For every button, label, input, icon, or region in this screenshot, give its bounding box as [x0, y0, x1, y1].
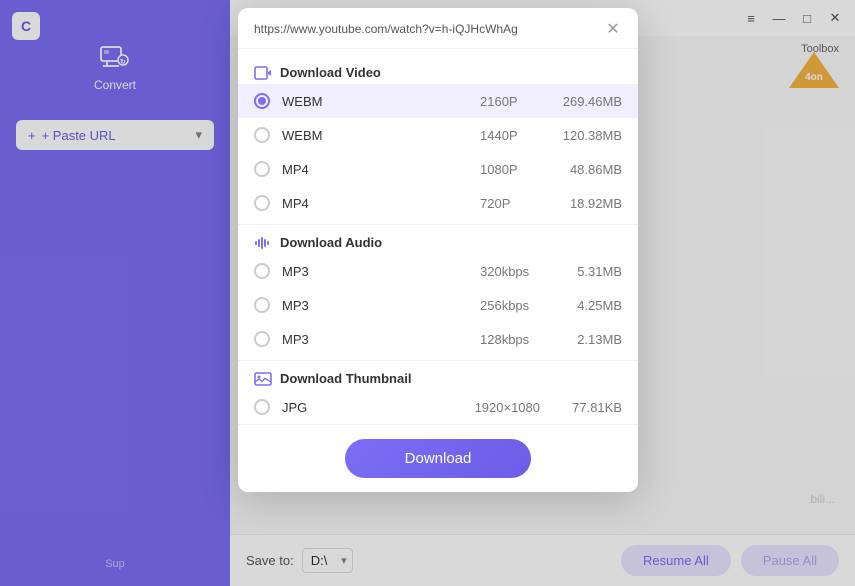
format-quality-video-0: 2160P: [480, 94, 540, 109]
format-name-video-3: MP4: [282, 196, 468, 211]
radio-thumbnail-0[interactable]: [254, 399, 270, 415]
modal-close-button[interactable]: ✕: [604, 20, 622, 38]
radio-audio-2[interactable]: [254, 331, 270, 347]
audio-icon: [254, 236, 272, 250]
modal-footer: Download: [238, 424, 638, 492]
format-size-video-2: 48.86MB: [552, 162, 622, 177]
radio-video-1[interactable]: [254, 127, 270, 143]
audio-row-2[interactable]: MP3 128kbps 2.13MB: [238, 322, 638, 356]
format-size-audio-0: 5.31MB: [552, 264, 622, 279]
video-section-header: Download Video: [238, 59, 638, 84]
divider-1: [238, 224, 638, 225]
format-size-audio-2: 2.13MB: [552, 332, 622, 347]
format-size-audio-1: 4.25MB: [552, 298, 622, 313]
format-quality-audio-1: 256kbps: [480, 298, 540, 313]
format-name-video-1: WEBM: [282, 128, 468, 143]
radio-audio-1[interactable]: [254, 297, 270, 313]
modal-url: https://www.youtube.com/watch?v=h-iQJHcW…: [254, 22, 604, 36]
radio-video-0[interactable]: [254, 93, 270, 109]
thumbnail-section-header: Download Thumbnail: [238, 365, 638, 390]
format-name-thumbnail-0: JPG: [282, 400, 463, 415]
thumbnail-section-label: Download Thumbnail: [280, 371, 411, 386]
modal-header: https://www.youtube.com/watch?v=h-iQJHcW…: [238, 8, 638, 49]
format-size-thumbnail-0: 77.81KB: [552, 400, 622, 415]
format-quality-video-1: 1440P: [480, 128, 540, 143]
app-window: ≡ — □ ✕ C ↻: [0, 0, 855, 586]
video-section-label: Download Video: [280, 65, 381, 80]
download-button[interactable]: Download: [345, 439, 532, 478]
video-row-2[interactable]: MP4 1080P 48.86MB: [238, 152, 638, 186]
thumbnail-row-0[interactable]: JPG 1920×1080 77.81KB: [238, 390, 638, 424]
radio-video-2[interactable]: [254, 161, 270, 177]
format-name-video-0: WEBM: [282, 94, 468, 109]
modal-overlay: https://www.youtube.com/watch?v=h-iQJHcW…: [0, 0, 855, 586]
format-name-audio-1: MP3: [282, 298, 468, 313]
format-quality-video-2: 1080P: [480, 162, 540, 177]
format-quality-thumbnail-0: 1920×1080: [475, 400, 540, 415]
radio-video-3[interactable]: [254, 195, 270, 211]
audio-section-header: Download Audio: [238, 229, 638, 254]
video-icon: [254, 66, 272, 80]
format-quality-video-3: 720P: [480, 196, 540, 211]
format-name-video-2: MP4: [282, 162, 468, 177]
video-row-1[interactable]: WEBM 1440P 120.38MB: [238, 118, 638, 152]
video-row-3[interactable]: MP4 720P 18.92MB: [238, 186, 638, 220]
radio-audio-0[interactable]: [254, 263, 270, 279]
modal-body: Download Video WEBM 2160P 269.46MB WEBM …: [238, 49, 638, 424]
audio-row-1[interactable]: MP3 256kbps 4.25MB: [238, 288, 638, 322]
format-size-video-0: 269.46MB: [552, 94, 622, 109]
format-quality-audio-0: 320kbps: [480, 264, 540, 279]
format-quality-audio-2: 128kbps: [480, 332, 540, 347]
divider-2: [238, 360, 638, 361]
format-name-audio-0: MP3: [282, 264, 468, 279]
format-size-video-3: 18.92MB: [552, 196, 622, 211]
thumbnail-icon: [254, 372, 272, 386]
video-row-0[interactable]: WEBM 2160P 269.46MB: [238, 84, 638, 118]
format-name-audio-2: MP3: [282, 332, 468, 347]
audio-row-0[interactable]: MP3 320kbps 5.31MB: [238, 254, 638, 288]
format-size-video-1: 120.38MB: [552, 128, 622, 143]
download-modal: https://www.youtube.com/watch?v=h-iQJHcW…: [238, 8, 638, 492]
audio-section-label: Download Audio: [280, 235, 382, 250]
